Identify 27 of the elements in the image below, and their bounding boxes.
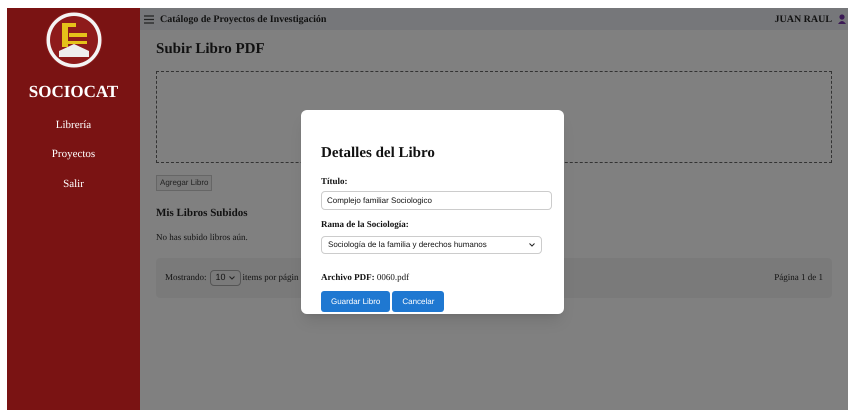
dialog-title: Detalles del Libro (321, 144, 435, 163)
field-label: Título: (321, 174, 348, 188)
per-page-label: items por págin (242, 270, 299, 284)
file-info: Archivo PDF: 0060.pdf (321, 270, 410, 284)
menu-icon[interactable] (144, 14, 154, 24)
save-button[interactable]: Guardar Libro (321, 291, 390, 312)
field-label: Rama de la Sociología: (321, 218, 409, 231)
empty-message: No has subido libros aún. (156, 231, 248, 244)
branch-select[interactable]: Sociología de la familia y derechos humanos (321, 236, 542, 254)
app-title: Catálogo de Proyectos de Investigación (160, 12, 326, 26)
logo-icon (44, 11, 102, 69)
nav-link[interactable]: Proyectos (52, 146, 96, 162)
nav-link[interactable]: Librería (56, 116, 92, 133)
per-page-select[interactable]: 10 (210, 270, 241, 286)
user-name[interactable]: JUAN RAUL (774, 12, 832, 26)
page-heading: Subir Libro PDF (156, 40, 265, 59)
user-icon[interactable] (838, 14, 846, 24)
nav-link[interactable]: Salir (63, 176, 84, 192)
title-field[interactable]: Complejo familiar Sociologico (321, 191, 552, 210)
section-heading: Mis Libros Subidos (156, 206, 248, 220)
brand-name: SOCIOCAT (28, 81, 118, 103)
page-info: Página 1 de 1 (774, 270, 823, 284)
chevron-icon (228, 276, 235, 280)
add-book-button[interactable]: Agregar Libro (156, 174, 212, 190)
chevron-icon (529, 242, 535, 246)
cancel-button[interactable]: Cancelar (392, 291, 444, 312)
showing-label: Mostrando: (165, 270, 206, 284)
